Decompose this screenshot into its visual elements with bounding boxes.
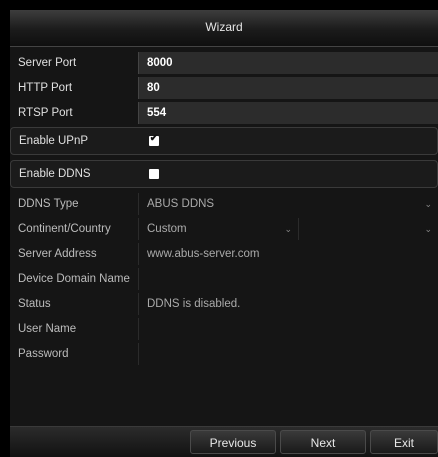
user-name-label: User Name	[18, 323, 77, 335]
wizard-window: Wizard Server Port 8000 HTTP Port 80 RTS…	[10, 10, 438, 457]
rtsp-port-label: RTSP Port	[18, 107, 73, 119]
server-port-label: Server Port	[18, 57, 77, 69]
enable-ddns-label: Enable DDNS	[19, 168, 91, 180]
chevron-down-icon: ⌄	[424, 224, 432, 234]
network-settings-form: Server Port 8000 HTTP Port 80 RTSP Port …	[10, 52, 438, 368]
ddns-type-label: DDNS Type	[18, 198, 79, 210]
enable-upnp-row: Enable UPnP ✔	[10, 127, 438, 155]
server-port-input[interactable]: 8000	[138, 52, 438, 74]
http-port-row: HTTP Port 80	[10, 77, 438, 99]
enable-ddns-row: Enable DDNS	[10, 160, 438, 188]
enable-upnp-checkbox[interactable]: ✔	[149, 133, 159, 146]
http-port-label: HTTP Port	[18, 82, 73, 94]
chevron-down-icon: ⌄	[284, 224, 292, 234]
wizard-footer: Previous Next Exit	[10, 426, 438, 457]
device-domain-name-label: Device Domain Name	[18, 273, 130, 285]
previous-button[interactable]: Previous	[190, 430, 276, 454]
continent-select[interactable]: Custom ⌄	[138, 218, 298, 240]
user-name-input[interactable]	[138, 318, 438, 340]
rtsp-port-input[interactable]: 554	[138, 102, 438, 124]
next-button[interactable]: Next	[280, 430, 366, 454]
window-title: Wizard	[10, 10, 438, 47]
continent-country-label: Continent/Country	[18, 223, 111, 235]
enable-upnp-label: Enable UPnP	[19, 135, 89, 147]
chevron-down-icon: ⌄	[424, 199, 432, 209]
exit-button[interactable]: Exit	[370, 430, 438, 454]
ddns-type-value: ABUS DDNS	[147, 198, 215, 210]
rtsp-port-row: RTSP Port 554	[10, 102, 438, 124]
server-port-row: Server Port 8000	[10, 52, 438, 74]
password-input[interactable]	[138, 343, 438, 365]
check-icon: ✔	[149, 133, 159, 144]
device-domain-name-input[interactable]	[138, 268, 438, 290]
status-label: Status	[18, 298, 51, 310]
continent-value: Custom	[147, 223, 187, 235]
http-port-input[interactable]: 80	[138, 77, 438, 99]
ddns-type-select[interactable]: ABUS DDNS ⌄	[138, 193, 438, 215]
password-label: Password	[18, 348, 69, 360]
device-domain-name-row: Device Domain Name	[10, 268, 438, 290]
continent-country-row: Continent/Country Custom ⌄ ⌄	[10, 218, 438, 240]
user-name-row: User Name	[10, 318, 438, 340]
ddns-type-row: DDNS Type ABUS DDNS ⌄	[10, 193, 438, 215]
server-address-row: Server Address www.abus-server.com	[10, 243, 438, 265]
status-value: DDNS is disabled.	[138, 293, 438, 315]
enable-ddns-checkbox[interactable]	[149, 169, 159, 179]
status-row: Status DDNS is disabled.	[10, 293, 438, 315]
server-address-input[interactable]: www.abus-server.com	[138, 243, 438, 265]
password-row: Password	[10, 343, 438, 365]
server-address-label: Server Address	[18, 248, 97, 260]
country-select[interactable]: ⌄	[298, 218, 438, 240]
